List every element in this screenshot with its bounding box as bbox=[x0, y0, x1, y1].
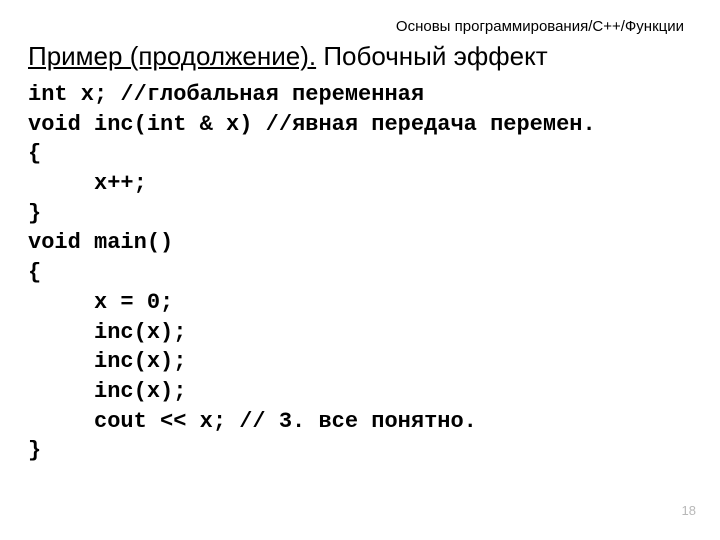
code-line: inc(x); bbox=[28, 320, 186, 345]
code-line: } bbox=[28, 201, 41, 226]
code-line: void inc(int & x) //явная передача перем… bbox=[28, 112, 596, 137]
breadcrumb: Основы программирования/C++/Функции bbox=[28, 18, 692, 35]
page-number: 18 bbox=[682, 503, 696, 518]
code-line: x++; bbox=[28, 171, 147, 196]
title-underlined: Пример (продолжение). bbox=[28, 41, 316, 71]
code-line: { bbox=[28, 141, 41, 166]
slide-title: Пример (продолжение). Побочный эффект bbox=[28, 41, 692, 72]
code-line: inc(x); bbox=[28, 349, 186, 374]
code-line: void main() bbox=[28, 230, 173, 255]
title-rest: Побочный эффект bbox=[316, 41, 548, 71]
code-line: int x; //глобальная переменная bbox=[28, 82, 424, 107]
code-line: } bbox=[28, 438, 41, 463]
code-block: int x; //глобальная переменная void inc(… bbox=[28, 80, 692, 466]
code-line: x = 0; bbox=[28, 290, 173, 315]
code-line: { bbox=[28, 260, 41, 285]
code-line: inc(x); bbox=[28, 379, 186, 404]
code-line: cout << x; // 3. все понятно. bbox=[28, 409, 477, 434]
